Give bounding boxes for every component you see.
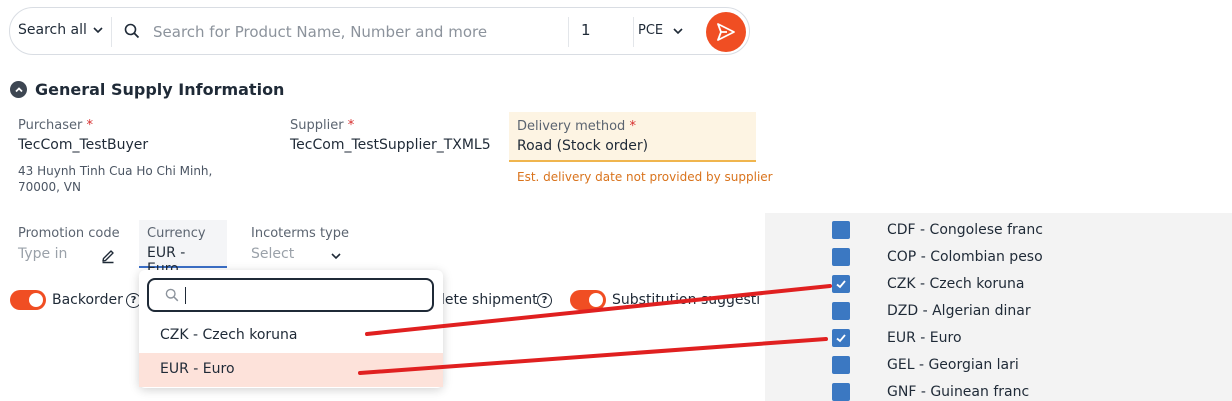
currency-list-label: GNF - Guinean franc <box>887 384 1030 400</box>
unit-select[interactable]: PCE <box>638 23 663 38</box>
check-icon <box>836 280 846 289</box>
currency-list-item[interactable]: CZK - Czech koruna <box>765 271 1232 298</box>
currency-list-item[interactable]: DZD - Algerian dinar <box>765 298 1232 325</box>
check-icon <box>836 334 846 343</box>
promotion-code-label: Promotion code <box>18 226 120 241</box>
purchaser-field: Purchaser * TecCom_TestBuyer 43 Huynh Ti… <box>18 118 268 195</box>
chevron-up-icon <box>14 86 23 92</box>
pencil-icon[interactable] <box>100 248 116 264</box>
supplier-field: Supplier * TecCom_TestSupplier_TXML5 <box>290 118 491 153</box>
checkbox-checked[interactable] <box>832 275 850 293</box>
currency-select[interactable]: Currency EUR - Euro <box>139 220 227 277</box>
purchaser-label: Purchaser * <box>18 118 94 133</box>
delivery-hint: Est. delivery date not provided by suppl… <box>517 170 773 184</box>
substitution-toggle[interactable] <box>570 290 606 310</box>
section-title: General Supply Information <box>35 80 285 99</box>
search-icon <box>124 23 140 39</box>
currency-list-item[interactable]: EUR - Euro <box>765 325 1232 352</box>
chevron-down-icon[interactable] <box>330 250 342 262</box>
currency-option-selected[interactable]: EUR - Euro <box>139 353 443 387</box>
checkbox[interactable] <box>832 356 850 374</box>
chevron-down-icon[interactable] <box>672 25 684 37</box>
checkbox[interactable] <box>832 383 850 401</box>
currency-list-item[interactable]: GEL - Georgian lari <box>765 352 1232 379</box>
currency-dropdown: CZK - Czech koruna EUR - Euro <box>139 270 443 388</box>
product-search-input[interactable] <box>153 20 553 44</box>
delivery-method-value: Road (Stock order) <box>517 138 649 154</box>
checkbox[interactable] <box>832 302 850 320</box>
substitution-label: Substitution suggestio <box>612 292 759 308</box>
currency-label: Currency <box>147 226 206 241</box>
currency-checklist: CDF - Congolese franc COP - Colombian pes… <box>765 213 1232 401</box>
search-scope-label[interactable]: Search all <box>18 22 87 38</box>
delivery-method-label: Delivery method * <box>517 119 636 134</box>
currency-list-label: EUR - Euro <box>887 330 962 346</box>
currency-list-label: COP - Colombian peso <box>887 249 1043 265</box>
currency-list-item[interactable]: COP - Colombian peso <box>765 244 1232 271</box>
currency-list-label: CZK - Czech koruna <box>887 276 1025 292</box>
divider <box>111 17 112 47</box>
checkbox[interactable] <box>832 221 850 239</box>
currency-list-label: CDF - Congolese franc <box>887 222 1043 238</box>
send-icon <box>717 23 735 41</box>
supplier-value: TecCom_TestSupplier_TXML5 <box>290 137 491 153</box>
chevron-down-icon[interactable] <box>92 24 104 36</box>
currency-search-input[interactable] <box>147 278 434 312</box>
purchaser-address: 43 Huynh Tinh Cua Ho Chi Minh, 70000, VN <box>18 164 213 194</box>
text-caret <box>185 287 186 304</box>
divider <box>568 17 569 47</box>
collapse-section-button[interactable] <box>10 81 27 98</box>
complete-shipment-label: lete shipment <box>441 292 538 308</box>
checkbox-checked[interactable] <box>832 329 850 347</box>
supplier-label: Supplier * <box>290 118 355 133</box>
search-icon <box>165 288 179 302</box>
quantity-field[interactable]: 1 <box>581 21 591 39</box>
currency-list-item[interactable]: GNF - Guinean franc <box>765 379 1232 401</box>
divider <box>633 17 634 47</box>
currency-list-item[interactable]: CDF - Congolese franc <box>765 217 1232 244</box>
product-search-bar: Search all 1 PCE <box>9 7 750 55</box>
checkbox[interactable] <box>832 248 850 266</box>
delivery-method-select[interactable]: Delivery method * Road (Stock order) <box>509 112 756 162</box>
currency-list-label: DZD - Algerian dinar <box>887 303 1031 319</box>
currency-list-label: GEL - Georgian lari <box>887 357 1019 373</box>
backorder-toggle[interactable] <box>10 290 46 310</box>
send-button[interactable] <box>706 12 746 52</box>
backorder-label: Backorder <box>52 292 123 308</box>
incoterms-label: Incoterms type <box>251 226 349 241</box>
help-icon[interactable]: ? <box>537 293 552 308</box>
currency-option[interactable]: CZK - Czech koruna <box>139 319 443 353</box>
purchaser-value: TecCom_TestBuyer <box>18 137 149 153</box>
